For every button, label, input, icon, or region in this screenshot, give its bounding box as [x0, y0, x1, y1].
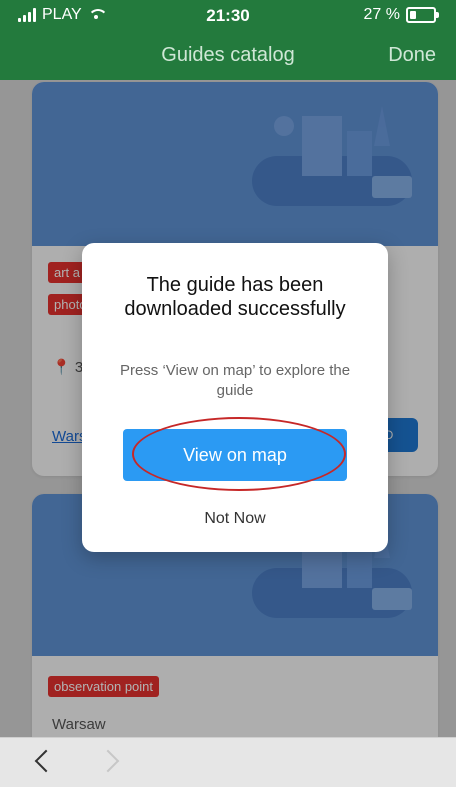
- status-bar: PLAY 21:30 27 %: [0, 6, 456, 30]
- app-root: PLAY 21:30 27 % Guides catalog Done art …: [0, 0, 456, 787]
- forward-icon[interactable]: [96, 749, 120, 773]
- highlight-ellipse: [132, 417, 346, 491]
- done-button[interactable]: Done: [388, 44, 436, 67]
- battery-icon: [406, 7, 439, 23]
- battery-info: 27 %: [363, 6, 439, 24]
- download-success-dialog: The guide has been downloaded successful…: [82, 243, 388, 552]
- not-now-button[interactable]: Not Now: [123, 505, 347, 533]
- app-header: PLAY 21:30 27 % Guides catalog Done: [0, 0, 456, 80]
- dialog-message: Press ‘View on map’ to explore the guide: [119, 362, 351, 399]
- back-icon[interactable]: [34, 749, 58, 773]
- battery-percent: 27 %: [363, 6, 400, 23]
- dialog-title: The guide has been downloaded successful…: [124, 274, 346, 320]
- bottom-navigation: [0, 737, 456, 787]
